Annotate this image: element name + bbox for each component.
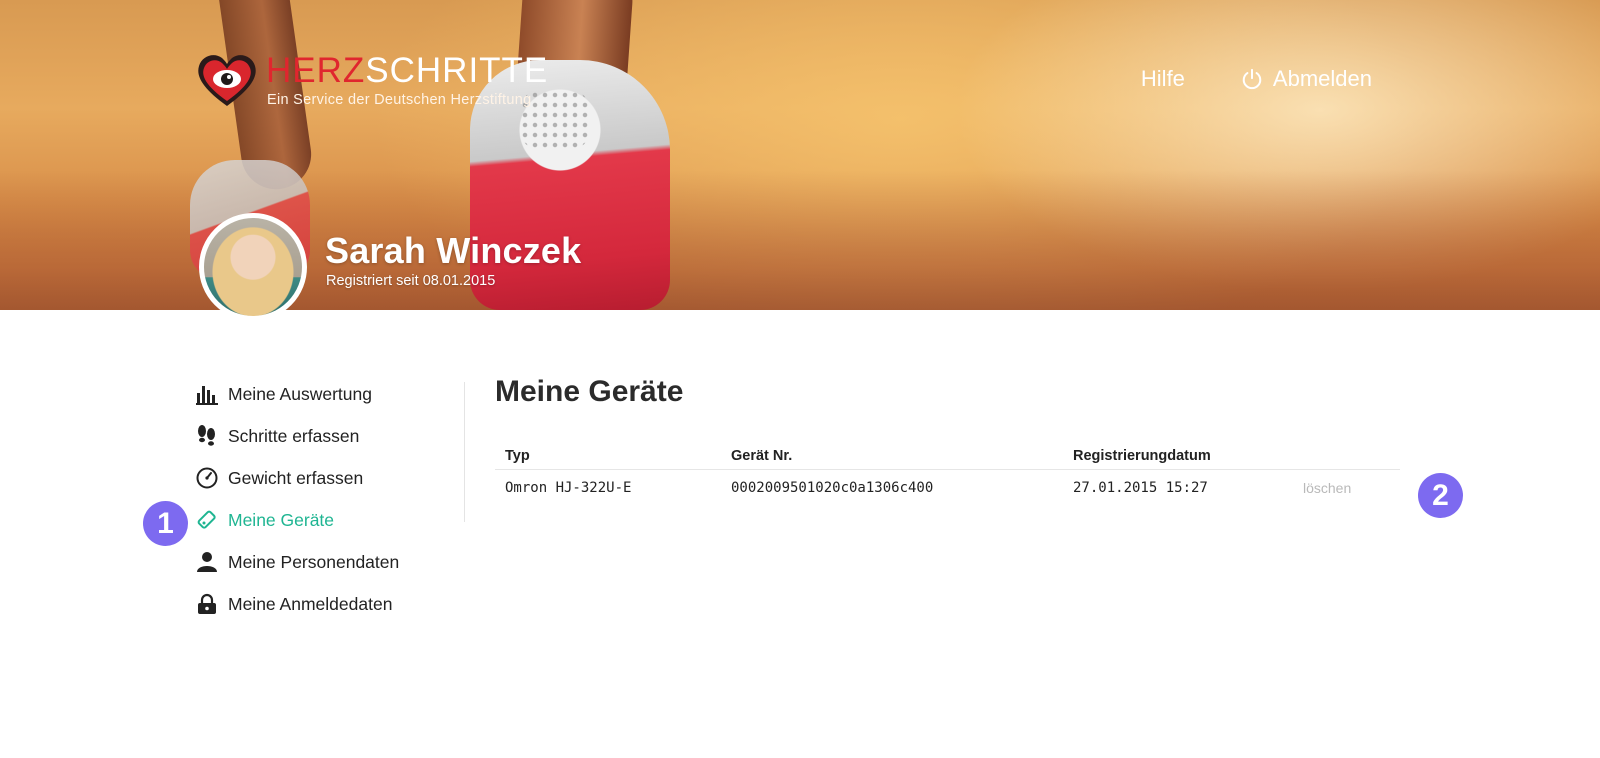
sidebar-item-label: Gewicht erfassen: [228, 467, 364, 488]
footsteps-icon: [196, 425, 218, 447]
cell-type: Omron HJ-322U-E: [505, 480, 632, 496]
sidebar-item-personendaten[interactable]: Meine Personendaten: [196, 541, 466, 583]
annotation-badge-1: 1: [143, 501, 188, 546]
sidebar-item-label: Meine Auswertung: [228, 383, 372, 404]
main-content: Meine Geräte Typ Gerät Nr. Registrierung…: [495, 375, 1400, 496]
logo-subtitle: Ein Service der Deutschen Herzstiftung: [267, 92, 532, 108]
person-icon: [196, 551, 218, 573]
help-link[interactable]: Hilfe: [1141, 66, 1185, 92]
devices-table: Typ Gerät Nr. Registrierungdatum Omron H…: [495, 442, 1400, 506]
sidebar-item-anmeldedaten[interactable]: Meine Anmeldedaten: [196, 583, 466, 625]
annotation-badge-2: 2: [1418, 473, 1463, 518]
delete-device-link[interactable]: löschen: [1303, 480, 1351, 496]
device-icon: [196, 509, 218, 531]
avatar: [199, 213, 307, 321]
logo-title-schritte: SCHRITTE: [365, 51, 549, 90]
sidebar-divider: [464, 382, 465, 522]
sidebar-item-label: Meine Anmeldedaten: [228, 593, 393, 614]
column-header-date: Registrierungdatum: [1073, 447, 1211, 464]
bar-chart-icon: [196, 383, 218, 405]
sidebar-item-label: Meine Personendaten: [228, 551, 400, 572]
lock-icon: [196, 593, 218, 615]
sidebar-item-label: Schritte erfassen: [228, 425, 360, 446]
sidebar-item-geraete[interactable]: Meine Geräte: [196, 499, 466, 541]
sidebar-item-gewicht[interactable]: Gewicht erfassen: [196, 457, 466, 499]
site-logo[interactable]: HERZSCHRITTE Ein Service der Deutschen H…: [196, 52, 556, 112]
cell-device-no: 0002009501020c0a1306c400: [731, 480, 934, 496]
profile-registered-date: Registriert seit 08.01.2015: [326, 273, 496, 289]
column-header-action: [1303, 442, 1400, 469]
sidebar-item-schritte[interactable]: Schritte erfassen: [196, 415, 466, 457]
gauge-icon: [196, 467, 218, 489]
help-link-label: Hilfe: [1140, 66, 1185, 91]
logo-title-herz: HERZ: [266, 51, 366, 90]
logout-link-label: Abmelden: [1272, 66, 1372, 91]
table-row: Omron HJ-322U-E 0002009501020c0a1306c400…: [495, 470, 1400, 506]
page-title: Meine Geräte: [495, 375, 684, 408]
logo-title: HERZSCHRITTE: [266, 52, 548, 90]
profile-name: Sarah Winczek: [325, 230, 582, 271]
sidebar-item-label: Meine Geräte: [228, 509, 335, 530]
cell-date: 27.01.2015 15:27: [1073, 480, 1208, 496]
sidebar-nav: Meine Auswertung Schritte erfassen Gewic…: [196, 373, 466, 625]
power-icon: [1242, 68, 1262, 90]
column-header-type: Typ: [505, 447, 530, 464]
sidebar-item-auswertung[interactable]: Meine Auswertung: [196, 373, 466, 415]
heart-eye-icon: [198, 55, 256, 106]
table-header: Typ Gerät Nr. Registrierungdatum: [495, 442, 1400, 470]
column-header-device-no: Gerät Nr.: [731, 447, 793, 464]
top-navigation: Hilfe Abmelden: [1141, 66, 1372, 92]
logout-link[interactable]: Abmelden: [1241, 66, 1372, 92]
